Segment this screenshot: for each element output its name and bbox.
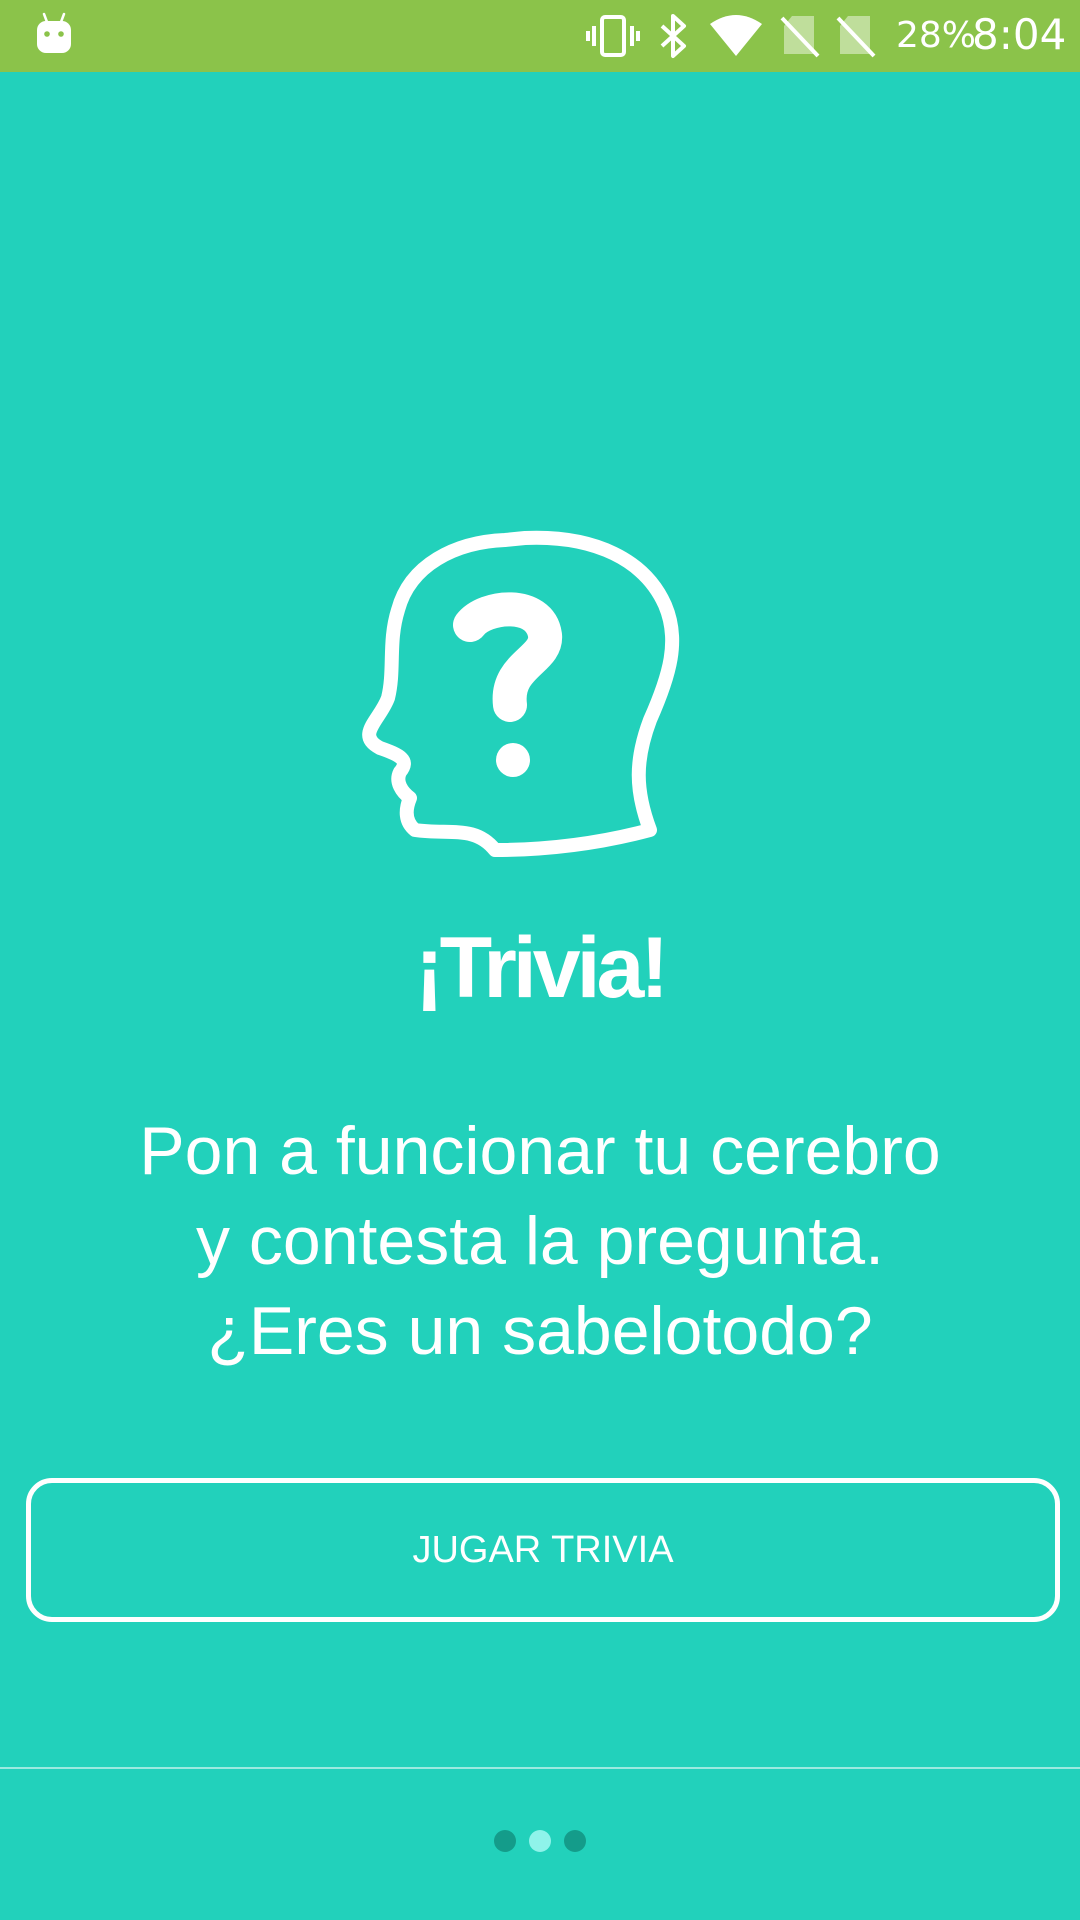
battery-level: 28% xyxy=(896,15,977,56)
clock: 8:04 xyxy=(972,10,1067,59)
vibrate-icon xyxy=(586,15,640,57)
wifi-icon xyxy=(710,15,762,56)
page-indicator xyxy=(490,1830,590,1854)
intro-text: Pon a funcionar tu cerebro y contesta la… xyxy=(90,1106,990,1376)
page-dot[interactable] xyxy=(494,1830,516,1852)
intro-line: y contesta la pregunta. xyxy=(195,1203,884,1279)
no-sim-icon xyxy=(836,16,876,58)
page-dot[interactable] xyxy=(564,1830,586,1852)
play-trivia-button[interactable]: JUGAR TRIVIA xyxy=(26,1478,1060,1622)
intro-line: ¿Eres un sabelotodo? xyxy=(207,1293,873,1369)
no-sim-icon xyxy=(780,16,820,58)
status-bar: 28% 8:04 xyxy=(0,0,1080,72)
page-title: ¡Trivia! xyxy=(415,920,669,1016)
head-question-icon xyxy=(362,530,680,857)
page-dot-active[interactable] xyxy=(529,1830,551,1852)
android-icon xyxy=(37,12,71,53)
bluetooth-icon xyxy=(660,14,686,58)
intro-line: Pon a funcionar tu cerebro xyxy=(139,1113,941,1189)
divider xyxy=(0,1767,1080,1769)
